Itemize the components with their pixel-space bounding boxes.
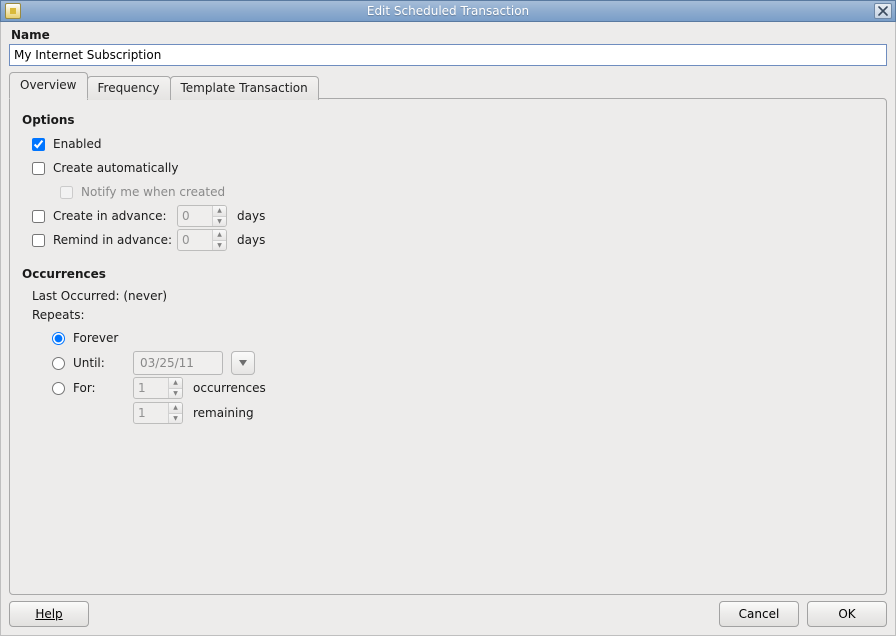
notify-label: Notify me when created: [81, 185, 225, 199]
tab-strip: Overview Frequency Template Transaction: [9, 72, 887, 99]
window-title: Edit Scheduled Transaction: [1, 4, 895, 18]
remaining-spin[interactable]: ▲ ▼: [133, 402, 183, 424]
last-occurred-line: Last Occurred: (never): [32, 287, 874, 306]
repeat-until-row: Until: 03/25/11: [52, 351, 874, 375]
until-date-dropdown[interactable]: [231, 351, 255, 375]
create-in-advance-spin[interactable]: ▲ ▼: [177, 205, 227, 227]
spin-down-icon[interactable]: ▼: [169, 413, 182, 424]
spin-down-icon[interactable]: ▼: [213, 240, 226, 251]
ok-button-label: OK: [838, 607, 855, 621]
repeat-forever-radio[interactable]: [52, 332, 65, 345]
cancel-button-label: Cancel: [739, 607, 780, 621]
create-in-advance-label: Create in advance:: [53, 209, 173, 223]
spin-up-icon[interactable]: ▲: [169, 378, 182, 388]
spin-buttons: ▲ ▼: [212, 230, 226, 250]
close-icon: [878, 6, 888, 16]
repeat-for-row: For: ▲ ▼ occurrences: [52, 376, 874, 400]
close-button[interactable]: [874, 3, 892, 19]
spin-buttons: ▲ ▼: [168, 378, 182, 398]
for-count-spin[interactable]: ▲ ▼: [133, 377, 183, 399]
options-heading: Options: [22, 113, 874, 127]
repeat-for-label: For:: [73, 379, 129, 398]
until-date-field[interactable]: 03/25/11: [133, 351, 223, 375]
repeat-until-radio[interactable]: [52, 357, 65, 370]
remaining-unit: remaining: [193, 404, 254, 423]
for-count-value[interactable]: [134, 378, 168, 398]
enabled-label: Enabled: [53, 137, 102, 151]
option-create-automatically: Create automatically: [32, 157, 874, 179]
spin-up-icon[interactable]: ▲: [213, 206, 226, 216]
create-automatically-checkbox[interactable]: [32, 162, 45, 175]
cancel-button[interactable]: Cancel: [719, 601, 799, 627]
repeats-label: Repeats:: [32, 306, 874, 325]
help-button[interactable]: Help: [9, 601, 89, 627]
help-button-label: Help: [35, 607, 62, 621]
button-bar: Help Cancel OK: [9, 595, 887, 627]
spin-up-icon[interactable]: ▲: [213, 230, 226, 240]
enabled-checkbox[interactable]: [32, 138, 45, 151]
remind-in-advance-unit: days: [237, 233, 265, 247]
remind-in-advance-checkbox[interactable]: [32, 234, 45, 247]
repeat-remaining-row: ▲ ▼ remaining: [52, 401, 874, 425]
create-in-advance-value[interactable]: [178, 206, 212, 226]
notify-checkbox: [60, 186, 73, 199]
tab-content-overview: Options Enabled Create automatically Not…: [9, 98, 887, 595]
occurrences-sub: Last Occurred: (never) Repeats: Forever …: [32, 287, 874, 425]
occurrences-heading: Occurrences: [22, 267, 874, 281]
repeat-forever-label: Forever: [73, 329, 129, 348]
spin-up-icon[interactable]: ▲: [169, 403, 182, 413]
tab-template-transaction[interactable]: Template Transaction: [170, 76, 319, 100]
option-create-in-advance: Create in advance: ▲ ▼ days: [32, 205, 874, 227]
remind-in-advance-label: Remind in advance:: [53, 233, 173, 247]
spin-buttons: ▲ ▼: [212, 206, 226, 226]
create-in-advance-checkbox[interactable]: [32, 210, 45, 223]
name-input[interactable]: [9, 44, 887, 66]
remaining-value[interactable]: [134, 403, 168, 423]
occurrences-section: Occurrences Last Occurred: (never) Repea…: [22, 267, 874, 425]
create-in-advance-unit: days: [237, 209, 265, 223]
repeat-forever-row: Forever: [52, 326, 874, 350]
ok-button[interactable]: OK: [807, 601, 887, 627]
option-remind-in-advance: Remind in advance: ▲ ▼ days: [32, 229, 874, 251]
app-icon: [5, 3, 21, 19]
repeat-for-radio[interactable]: [52, 382, 65, 395]
window-body: Name Overview Frequency Template Transac…: [0, 22, 896, 636]
remind-in-advance-spin[interactable]: ▲ ▼: [177, 229, 227, 251]
remind-in-advance-value[interactable]: [178, 230, 212, 250]
for-count-unit: occurrences: [193, 379, 266, 398]
last-occurred-label: Last Occurred:: [32, 289, 123, 303]
tab-overview[interactable]: Overview: [9, 72, 88, 99]
last-occurred-value: (never): [123, 289, 167, 303]
spin-down-icon[interactable]: ▼: [169, 388, 182, 399]
name-label: Name: [9, 28, 887, 44]
repeat-until-label: Until:: [73, 354, 129, 373]
tab-frequency[interactable]: Frequency: [87, 76, 171, 100]
create-automatically-label: Create automatically: [53, 161, 179, 175]
titlebar: Edit Scheduled Transaction: [0, 0, 896, 22]
spin-down-icon[interactable]: ▼: [213, 216, 226, 227]
chevron-down-icon: [239, 360, 247, 366]
option-enabled: Enabled: [32, 133, 874, 155]
spin-buttons: ▲ ▼: [168, 403, 182, 423]
option-notify: Notify me when created: [60, 181, 874, 203]
